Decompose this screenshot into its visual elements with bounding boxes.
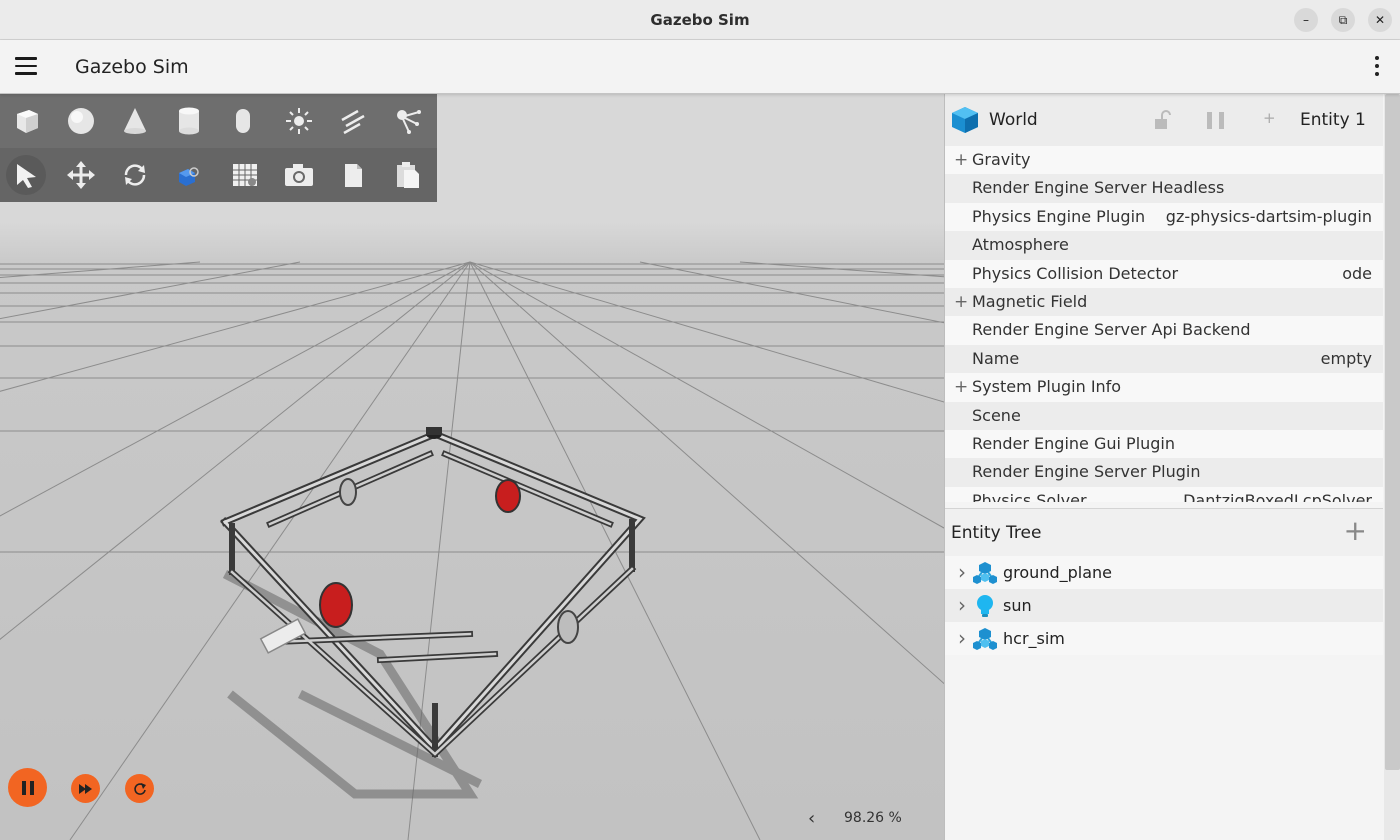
box-icon[interactable]: [6, 101, 46, 141]
component-row[interactable]: Render Engine Server Plugin: [945, 458, 1383, 487]
component-row[interactable]: Name empty: [945, 344, 1383, 374]
real-time-factor: 98.26 %: [844, 810, 902, 826]
component-label: Physics Engine Plugin: [972, 206, 1146, 226]
component-label: Atmosphere: [972, 235, 1069, 255]
entity-id: Entity 1: [1300, 110, 1366, 130]
sphere-icon[interactable]: [61, 101, 101, 141]
component-label: Physics Solver: [972, 490, 1087, 502]
component-label: Name: [972, 348, 1020, 368]
wheel-rear-right: [495, 479, 521, 513]
grid-config-icon[interactable]: [225, 155, 265, 195]
paste-icon[interactable]: [388, 155, 428, 195]
window-title: Gazebo Sim: [650, 11, 750, 29]
tree-item-hcr-sim[interactable]: › hcr_sim: [945, 622, 1383, 655]
expand-icon[interactable]: +: [954, 288, 968, 316]
scene-3d-viewport[interactable]: ‹ 98.26 %: [0, 94, 944, 840]
spot-light-icon[interactable]: [388, 101, 428, 141]
component-row[interactable]: + Gravity: [945, 146, 1383, 175]
component-row[interactable]: Physics Collision Detector ode: [945, 259, 1383, 288]
component-label: Render Engine Server Api Backend: [972, 320, 1251, 340]
component-row[interactable]: Render Engine Gui Plugin: [945, 429, 1383, 459]
select-icon[interactable]: [6, 155, 46, 195]
transform-icon[interactable]: [169, 155, 209, 195]
expand-icon[interactable]: +: [954, 146, 968, 174]
chevron-right-icon[interactable]: ›: [958, 556, 966, 589]
add-entity-icon[interactable]: +: [1344, 517, 1367, 545]
component-label: Render Engine Gui Plugin: [972, 433, 1176, 453]
component-label: Render Engine Server Headless: [972, 178, 1225, 198]
lock-icon[interactable]: [1153, 110, 1173, 134]
expand-icon[interactable]: +: [954, 373, 968, 401]
component-list: + Gravity Render Engine Server Headless Phy…: [945, 146, 1383, 502]
scrollbar-thumb[interactable]: [1385, 94, 1400, 770]
ground-grid: [0, 261, 944, 840]
add-component-icon[interactable]: +: [1263, 109, 1276, 127]
step-button[interactable]: [71, 774, 100, 803]
cylinder-icon[interactable]: [169, 101, 209, 141]
app-title: Gazebo Sim: [75, 56, 189, 78]
component-inspector-header: World + Entity 1: [945, 94, 1383, 146]
component-label: Scene: [972, 405, 1021, 425]
model-icon: [972, 626, 998, 663]
tree-item-ground-plane[interactable]: › ground_plane: [945, 556, 1383, 589]
entity-name: World: [989, 110, 1038, 130]
tree-item-label: hcr_sim: [1003, 629, 1065, 648]
wheel-front-left: [319, 582, 353, 628]
transform-tools-row: [0, 148, 437, 202]
shape-tools-row: [0, 94, 437, 148]
point-light-icon[interactable]: [279, 101, 319, 141]
wheel-caster-right: [557, 610, 579, 644]
rotate-icon[interactable]: [115, 155, 155, 195]
chevron-right-icon[interactable]: ›: [958, 622, 966, 655]
component-row[interactable]: Physics Engine Plugin gz-physics-dartsim-…: [945, 202, 1383, 232]
entity-tree-header: Entity Tree +: [945, 508, 1383, 556]
component-value: gz-physics-dartsim-plugin: [1165, 206, 1372, 226]
component-row[interactable]: Render Engine Server Api Backend: [945, 316, 1383, 345]
menu-icon[interactable]: [15, 57, 37, 75]
tree-item-label: sun: [1003, 596, 1032, 615]
component-row[interactable]: + System Plugin Info: [945, 373, 1383, 402]
component-row[interactable]: + Magnetic Field: [945, 287, 1383, 317]
maximize-button[interactable]: ⧉: [1331, 8, 1355, 32]
capsule-icon[interactable]: [223, 101, 263, 141]
component-label: Gravity: [972, 150, 1031, 169]
pause-updates-icon[interactable]: [1206, 112, 1226, 134]
wheel-caster-left: [339, 478, 357, 506]
panel-scrollbar[interactable]: [1384, 94, 1400, 840]
reset-button[interactable]: [125, 774, 154, 803]
component-label: Physics Collision Detector: [972, 263, 1179, 283]
component-label: System Plugin Info: [972, 377, 1122, 397]
screenshot-icon[interactable]: [279, 155, 319, 195]
tree-item-label: ground_plane: [1003, 563, 1112, 582]
chevron-right-icon[interactable]: ›: [958, 589, 966, 622]
component-row[interactable]: Scene: [945, 401, 1383, 430]
translate-icon[interactable]: [61, 155, 101, 195]
component-row[interactable]: Atmosphere: [945, 231, 1383, 260]
entity-tree-list: › ground_plane › sun › hcr_sim: [945, 556, 1383, 655]
scene-toolbar: [0, 94, 437, 202]
component-row[interactable]: Physics Solver DantzigBoxedLcpSolver: [945, 486, 1383, 502]
component-value: DantzigBoxedLcpSolver: [1183, 490, 1372, 502]
minimize-button[interactable]: –: [1294, 8, 1318, 32]
more-options-icon[interactable]: [1374, 56, 1380, 78]
component-label: Magnetic Field: [972, 291, 1088, 311]
component-label: Render Engine Server Plugin: [972, 462, 1201, 482]
component-row[interactable]: Render Engine Server Headless: [945, 174, 1383, 203]
component-value: ode: [1342, 263, 1372, 283]
entity-tree-title: Entity Tree: [951, 523, 1042, 543]
directional-light-icon[interactable]: [333, 101, 373, 141]
tree-item-sun[interactable]: › sun: [945, 589, 1383, 622]
component-value: empty: [1320, 348, 1372, 368]
close-button[interactable]: ✕: [1368, 8, 1392, 32]
rtf-collapse-icon[interactable]: ‹: [808, 808, 815, 829]
right-dock: World + Entity 1 + Gravity Render Engine S…: [944, 94, 1400, 840]
scene-render: [0, 261, 944, 840]
world-cube-icon: [951, 106, 979, 138]
copy-icon[interactable]: [333, 155, 373, 195]
cone-icon[interactable]: [115, 101, 155, 141]
os-titlebar: Gazebo Sim – ⧉ ✕: [0, 0, 1400, 40]
pause-button[interactable]: [8, 768, 47, 807]
app-header: Gazebo Sim: [0, 40, 1400, 94]
